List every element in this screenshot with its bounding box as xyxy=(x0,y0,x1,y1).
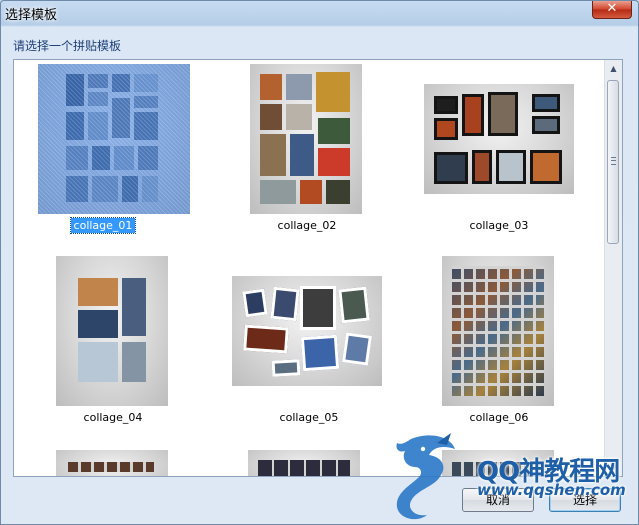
scroll-up-icon[interactable]: ▲ xyxy=(605,60,622,77)
template-grid: collage_01 collage_02 collage_03 collage… xyxy=(14,60,606,476)
select-button[interactable]: 选择 xyxy=(549,488,621,512)
title-bar[interactable]: 选择模板 ✕ xyxy=(1,1,638,23)
template-thumbnail[interactable] xyxy=(56,256,168,406)
scrollbar-thumb[interactable] xyxy=(607,80,619,244)
template-item-collage-02[interactable]: collage_02 xyxy=(236,64,426,254)
cancel-button[interactable]: 取消 xyxy=(462,488,534,512)
selection-highlight xyxy=(38,64,190,214)
instruction-label: 请选择一个拼贴模板 xyxy=(13,39,122,53)
template-thumbnail[interactable] xyxy=(38,64,190,214)
template-thumbnail-partial[interactable] xyxy=(56,450,168,476)
grip-icon xyxy=(611,157,616,165)
template-item-collage-05[interactable]: collage_05 xyxy=(232,256,422,446)
template-label: collage_06 xyxy=(469,411,529,424)
template-thumbnail[interactable] xyxy=(442,256,554,406)
template-label: collage_05 xyxy=(279,411,339,424)
template-item-collage-06[interactable]: collage_06 xyxy=(424,256,614,446)
template-dialog: 选择模板 ✕ 请选择一个拼贴模板 collage_01 collage_02 c… xyxy=(0,0,639,525)
template-list: collage_01 collage_02 collage_03 collage… xyxy=(13,59,623,477)
template-label: collage_02 xyxy=(277,219,337,232)
close-icon: ✕ xyxy=(606,1,618,16)
template-thumbnail[interactable] xyxy=(250,64,362,214)
template-item-collage-01[interactable]: collage_01 xyxy=(26,64,216,254)
template-thumbnail[interactable] xyxy=(232,276,382,386)
window-title: 选择模板 xyxy=(5,8,58,23)
template-thumbnail[interactable] xyxy=(424,84,574,194)
template-thumbnail-partial[interactable] xyxy=(248,450,360,476)
template-item-collage-04[interactable]: collage_04 xyxy=(26,256,216,446)
close-button[interactable]: ✕ xyxy=(592,1,632,19)
template-label: collage_03 xyxy=(469,219,529,232)
template-label: collage_01 xyxy=(14,217,198,234)
template-item-collage-03[interactable]: collage_03 xyxy=(424,64,614,254)
template-label: collage_04 xyxy=(83,411,143,424)
vertical-scrollbar[interactable]: ▲ ▼ xyxy=(604,60,622,476)
template-thumbnail-partial[interactable] xyxy=(442,450,554,476)
scroll-down-icon[interactable]: ▼ xyxy=(605,459,622,476)
